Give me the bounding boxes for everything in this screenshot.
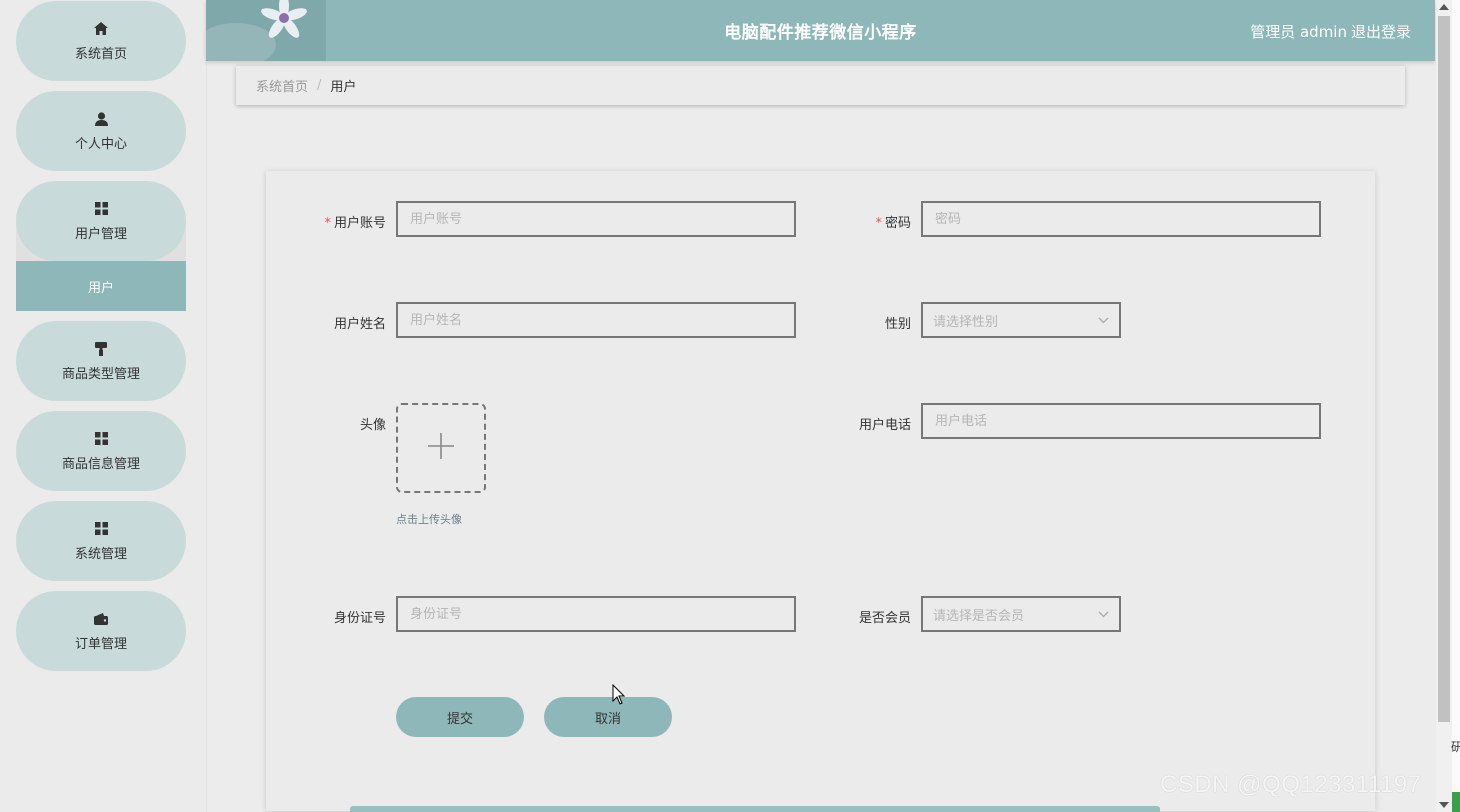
right-edge: [1452, 0, 1460, 812]
sidebar-item-label: 系统首页: [74, 46, 127, 62]
sidebar-item-label: 系统管理: [74, 546, 127, 562]
watermark: CSDN @QQ123311197: [1160, 771, 1422, 798]
password-label: * 密码: [875, 216, 911, 231]
avatar-upload-button[interactable]: [396, 403, 486, 493]
chevron-down-icon: [1098, 607, 1109, 622]
grid-icon: [93, 201, 109, 217]
account-label: * 用户账号: [324, 216, 386, 231]
sidebar-item-orders[interactable]: 订单管理: [16, 591, 186, 671]
account-input[interactable]: [396, 201, 796, 237]
scroll-down-icon[interactable]: [1439, 802, 1449, 808]
idcard-label: 身份证号: [333, 611, 386, 626]
logout-link[interactable]: 退出登录: [1351, 21, 1411, 42]
edge-green-block: [1452, 792, 1460, 812]
home-icon: [93, 21, 109, 37]
avatar-upload-hint: 点击上传头像: [396, 513, 462, 526]
vertical-scrollbar[interactable]: [1436, 0, 1452, 812]
name-label: 用户姓名: [333, 317, 386, 332]
avatar-label: 头像: [359, 418, 386, 433]
current-user-label: 管理员 admin: [1250, 23, 1347, 41]
sidebar: 系统首页 个人中心 用户管理 用户 商品类型管理 商品信息管理 系统管理 订单管…: [0, 0, 207, 812]
submit-button[interactable]: 提交: [396, 697, 524, 737]
mouse-cursor-icon: [612, 683, 626, 706]
sidebar-item-product-type[interactable]: 商品类型管理: [16, 321, 186, 401]
sidebar-item-label: 用户管理: [74, 226, 127, 242]
sidebar-item-product-info[interactable]: 商品信息管理: [16, 411, 186, 491]
member-label: 是否会员: [858, 611, 911, 626]
sidebar-item-home[interactable]: 系统首页: [16, 1, 186, 81]
sidebar-item-label: 商品信息管理: [61, 456, 140, 472]
cancel-button[interactable]: 取消: [544, 697, 672, 737]
phone-input[interactable]: [921, 403, 1321, 439]
user-icon: [93, 111, 109, 127]
scroll-up-icon[interactable]: [1439, 4, 1449, 10]
sidebar-subitem-user[interactable]: 用户: [16, 261, 186, 311]
paint-roller-icon: [93, 341, 109, 357]
sidebar-item-profile[interactable]: 个人中心: [16, 91, 186, 171]
password-input[interactable]: [921, 201, 1321, 237]
required-mark: *: [324, 216, 331, 231]
user-form-card: *用户账号 *密码 用户姓名 性别 请选择性别 头像 点击上传头像 用户电话 身…: [266, 171, 1375, 811]
phone-label: 用户电话: [858, 418, 911, 433]
plus-icon: [427, 432, 455, 464]
top-header: 电脑配件推荐微信小程序 管理员 admin 退出登录: [206, 0, 1435, 61]
grid-icon: [93, 431, 109, 447]
breadcrumb-current: 用户: [330, 80, 357, 95]
bottom-strip: [350, 806, 1160, 812]
sidebar-item-label: 商品类型管理: [61, 366, 140, 382]
gender-label: 性别: [884, 317, 911, 332]
member-select-placeholder: 请选择是否会员: [933, 608, 1025, 624]
required-mark: *: [875, 216, 882, 231]
breadcrumb-home-link[interactable]: 系统首页: [256, 76, 308, 95]
idcard-input[interactable]: [396, 596, 796, 632]
sidebar-item-label: 订单管理: [74, 636, 127, 652]
scroll-thumb[interactable]: [1438, 16, 1450, 722]
gender-select[interactable]: 请选择性别: [921, 302, 1121, 338]
gender-select-placeholder: 请选择性别: [933, 314, 999, 330]
grid-icon: [93, 521, 109, 537]
wallet-icon: [93, 611, 109, 627]
sidebar-item-user-management[interactable]: 用户管理: [16, 181, 186, 261]
chevron-down-icon: [1098, 313, 1109, 328]
breadcrumb: 系统首页 / 用户: [236, 66, 1405, 105]
sidebar-item-system[interactable]: 系统管理: [16, 501, 186, 581]
breadcrumb-separator: /: [317, 78, 322, 93]
name-input[interactable]: [396, 302, 796, 338]
sidebar-item-label: 个人中心: [74, 136, 127, 152]
member-select[interactable]: 请选择是否会员: [921, 596, 1121, 632]
edge-text: 研: [1451, 740, 1460, 754]
